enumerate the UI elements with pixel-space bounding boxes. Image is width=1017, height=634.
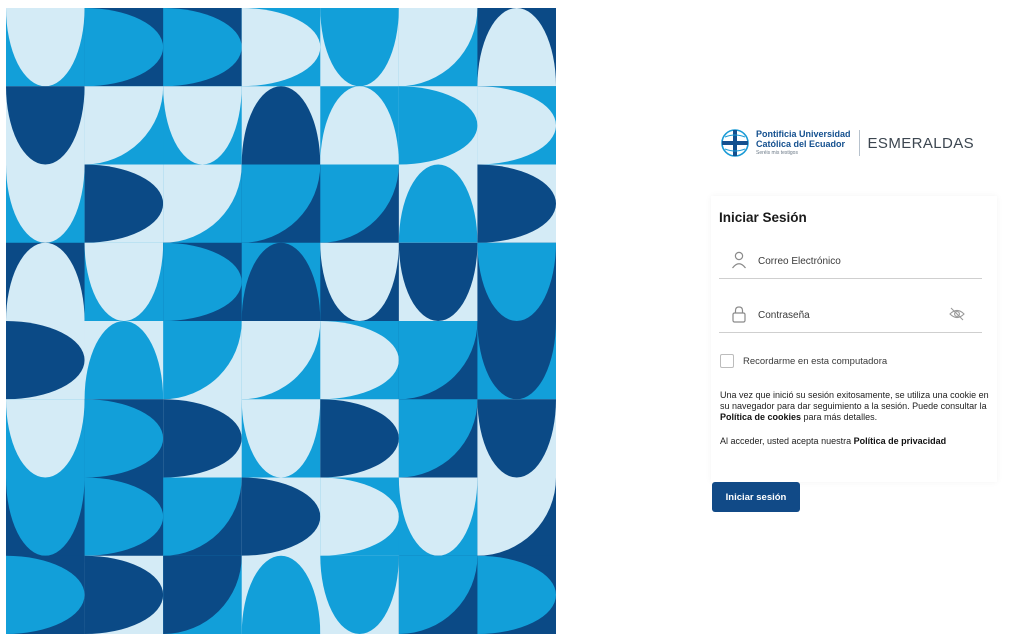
cookie-policy-link[interactable]: Política de cookies (720, 412, 801, 422)
password-input[interactable] (758, 310, 938, 321)
login-title: Iniciar Sesión (719, 210, 807, 225)
brand-divider (858, 130, 860, 156)
cookie-text-2: para más detalles. (801, 412, 878, 422)
university-line-2: Católica del Ecuador (756, 139, 846, 149)
geometric-pattern-image (6, 8, 556, 634)
brand-header: Pontificia Universidad Católica del Ecua… (720, 128, 974, 158)
remember-checkbox[interactable] (720, 354, 734, 368)
privacy-consent: Al acceder, usted acepta nuestra Polític… (720, 436, 946, 446)
university-motto: Seréis mis testigos (756, 150, 798, 156)
login-panel: Pontificia Universidad Católica del Ecua… (700, 0, 1017, 634)
university-name: Pontificia Universidad Católica del Ecua… (756, 129, 851, 157)
privacy-policy-link[interactable]: Política de privacidad (854, 436, 947, 446)
remember-label: Recordarme en esta computadora (743, 355, 888, 367)
cookie-text-1: Una vez que inició su sesión exitosament… (720, 390, 989, 411)
cross-crest-icon (721, 129, 749, 157)
password-field-container (719, 302, 982, 333)
login-button[interactable]: Iniciar sesión (712, 482, 800, 512)
decorative-pattern (6, 8, 556, 634)
lock-icon (732, 306, 746, 323)
user-icon (732, 251, 746, 269)
cookie-notice: Una vez que inició su sesión exitosament… (720, 390, 995, 423)
email-field-container (719, 248, 982, 279)
email-input[interactable] (758, 256, 938, 267)
eye-off-icon[interactable] (948, 306, 966, 322)
university-line-1: Pontificia Universidad (756, 129, 851, 139)
campus-name: ESMERALDAS (867, 134, 975, 152)
login-card: Iniciar Sesión Recordarme en esta comput (711, 196, 997, 482)
consent-text: Al acceder, usted acepta nuestra (720, 436, 854, 446)
remember-me[interactable]: Recordarme en esta computadora (720, 354, 887, 368)
